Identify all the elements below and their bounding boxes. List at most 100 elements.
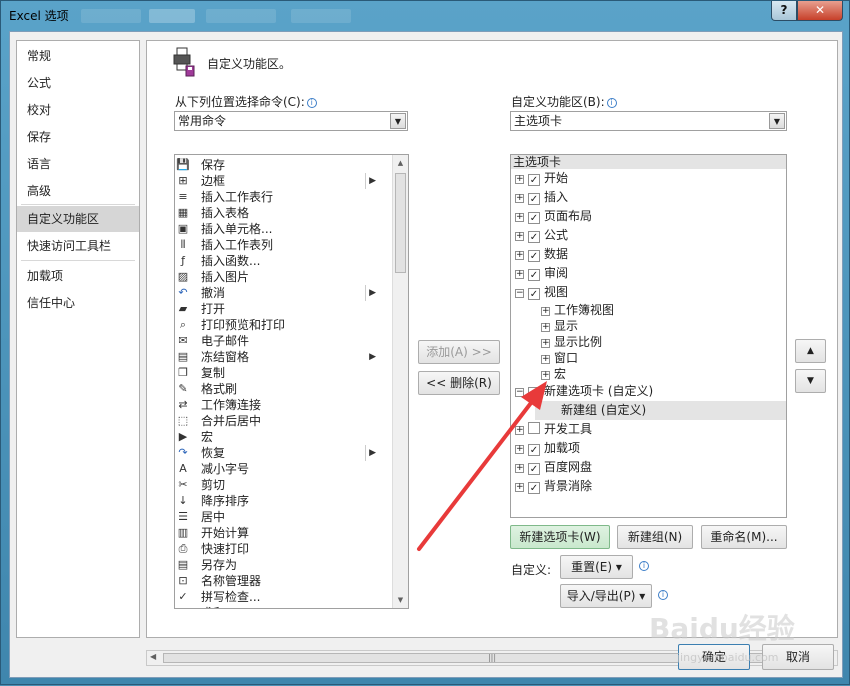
command-item[interactable]: ▶ 宏	[175, 429, 380, 445]
command-item[interactable]: A 减小字号	[175, 461, 380, 477]
remove-button[interactable]: << 删除(R)	[418, 371, 500, 395]
expand-icon[interactable]: +	[541, 371, 550, 380]
import-export-dropdown-button[interactable]: 导入/导出(P) ▾	[560, 584, 652, 608]
ribbon-tree-item[interactable]: − ✓ 视图	[511, 283, 786, 302]
expand-icon[interactable]: +	[515, 213, 524, 222]
ribbon-tree-item[interactable]: − ✓ 新建选项卡 (自定义)	[511, 382, 786, 401]
new-tab-button[interactable]: 新建选项卡(W)	[510, 525, 610, 549]
ribbon-tree-item[interactable]: + 宏	[511, 366, 786, 382]
ribbon-tree-item[interactable]: + ✓ 开始	[511, 169, 786, 188]
nav-item-language[interactable]: 语言	[17, 151, 139, 177]
command-item[interactable]: ✂ 剪切	[175, 477, 380, 493]
tab-checkbox[interactable]: ✓	[528, 231, 540, 243]
rename-button[interactable]: 重命名(M)...	[701, 525, 787, 549]
command-item[interactable]: ☰ 居中	[175, 509, 380, 525]
ribbon-tree-item[interactable]: + 开发工具	[511, 420, 786, 439]
scroll-left-arrow-icon[interactable]: ◀	[150, 652, 156, 661]
expand-icon[interactable]: +	[515, 445, 524, 454]
expand-icon[interactable]: +	[541, 323, 550, 332]
command-item[interactable]: ⬚ 合并后居中	[175, 413, 380, 429]
commands-list[interactable]: 💾 保存 ⊞ 边框 ▶ ≡ 插入工作表行 ▦ 插入表格 ▣ 插入单元格... ⫴ 插入工作表列 ƒ 插入函数…	[174, 154, 409, 609]
scrollbar-thumb[interactable]	[395, 173, 406, 273]
expand-icon[interactable]: +	[515, 270, 524, 279]
customize-ribbon-dropdown[interactable]: 主选项卡 ▼	[510, 111, 787, 131]
move-down-button[interactable]: ▼	[795, 369, 826, 393]
ribbon-tree-item[interactable]: + 显示	[511, 318, 786, 334]
tab-checkbox[interactable]: ✓	[528, 387, 540, 399]
expand-icon[interactable]: +	[541, 339, 550, 348]
nav-item-quick-access-toolbar[interactable]: 快速访问工具栏	[17, 233, 139, 259]
command-item[interactable]: ✓ 拼写检查...	[175, 589, 380, 605]
reset-dropdown-button[interactable]: 重置(E) ▾	[560, 555, 633, 579]
command-item[interactable]: ▰ 打开	[175, 301, 380, 317]
nav-item-formulas[interactable]: 公式	[17, 70, 139, 96]
tab-checkbox[interactable]: ✓	[528, 444, 540, 456]
command-item[interactable]: ⫴ 插入工作表列	[175, 237, 380, 253]
command-item[interactable]: ⊡ 名称管理器	[175, 573, 380, 589]
ribbon-tree-item[interactable]: + ✓ 加载项	[511, 439, 786, 458]
command-item[interactable]: ↶ 撤消 ▶	[175, 285, 380, 301]
ribbon-tree-item[interactable]: + ✓ 数据	[511, 245, 786, 264]
ribbon-tree-item[interactable]: 新建组 (自定义)	[535, 401, 786, 420]
add-button[interactable]: 添加(A) >>	[418, 340, 500, 364]
nav-item-customize-ribbon[interactable]: 自定义功能区	[17, 206, 139, 232]
command-item[interactable]: ⊞ 边框 ▶	[175, 173, 380, 189]
command-item[interactable]: ❐ 复制	[175, 365, 380, 381]
tab-checkbox[interactable]: ✓	[528, 463, 540, 475]
command-item[interactable]: ⌕ 打印预览和打印	[175, 317, 380, 333]
expand-icon[interactable]: +	[515, 464, 524, 473]
ribbon-tree-item[interactable]: + 工作簿视图	[511, 302, 786, 318]
command-item[interactable]: ✉ 电子邮件	[175, 333, 380, 349]
command-item[interactable]: 💾 保存	[175, 157, 380, 173]
move-up-button[interactable]: ▲	[795, 339, 826, 363]
tab-checkbox[interactable]: ✓	[528, 250, 540, 262]
tab-checkbox[interactable]: ✓	[528, 482, 540, 494]
tab-checkbox[interactable]: ✓	[528, 288, 540, 300]
expand-icon[interactable]: +	[515, 251, 524, 260]
expand-icon[interactable]: +	[515, 175, 524, 184]
command-item[interactable]: Σ 求和	[175, 605, 380, 608]
ribbon-tree-item[interactable]: + ✓ 百度网盘	[511, 458, 786, 477]
command-item[interactable]: ✎ 格式刷	[175, 381, 380, 397]
tab-checkbox[interactable]: ✓	[528, 174, 540, 186]
collapse-icon[interactable]: −	[515, 388, 524, 397]
ribbon-tree-item[interactable]: + ✓ 页面布局	[511, 207, 786, 226]
expand-icon[interactable]: +	[515, 232, 524, 241]
command-item[interactable]: ▥ 开始计算	[175, 525, 380, 541]
command-item[interactable]: ▤ 冻结窗格 ▶	[175, 349, 380, 365]
ribbon-tree-item[interactable]: + ✓ 审阅	[511, 264, 786, 283]
nav-item-add-ins[interactable]: 加载项	[17, 263, 139, 289]
nav-item-advanced[interactable]: 高级	[17, 178, 139, 204]
ribbon-tabs-tree[interactable]: 主选项卡 + ✓ 开始 + ✓ 插入 + ✓ 页面布局 + ✓ 公式 + ✓ 数据 + ✓ 审阅 − ✓ 视图 + 工作簿视…	[510, 154, 787, 518]
command-item[interactable]: ⇄ 工作簿连接	[175, 397, 380, 413]
expand-icon[interactable]: +	[541, 307, 550, 316]
scroll-down-arrow-icon[interactable]: ▼	[393, 592, 408, 608]
expand-icon[interactable]: +	[515, 483, 524, 492]
command-item[interactable]: ▣ 插入单元格...	[175, 221, 380, 237]
tab-checkbox[interactable]: ✓	[528, 193, 540, 205]
ribbon-tree-item[interactable]: + 窗口	[511, 350, 786, 366]
expand-icon[interactable]: +	[515, 194, 524, 203]
command-item[interactable]: ▨ 插入图片	[175, 269, 380, 285]
ribbon-tree-item[interactable]: + ✓ 公式	[511, 226, 786, 245]
help-button[interactable]: ?	[771, 1, 797, 21]
command-item[interactable]: ⎙ 快速打印	[175, 541, 380, 557]
close-button[interactable]: ✕	[797, 1, 843, 21]
ribbon-tree-item[interactable]: + ✓ 背景消除	[511, 477, 786, 496]
tab-checkbox[interactable]: ✓	[528, 269, 540, 281]
command-item[interactable]: ▦ 插入表格	[175, 205, 380, 221]
nav-item-general[interactable]: 常规	[17, 43, 139, 69]
choose-commands-dropdown[interactable]: 常用命令 ▼	[174, 111, 408, 131]
dropdown-arrow-icon[interactable]: ▼	[769, 113, 785, 129]
ribbon-tree-item[interactable]: + ✓ 插入	[511, 188, 786, 207]
command-item[interactable]: ↓ 降序排序	[175, 493, 380, 509]
command-item[interactable]: ƒ 插入函数...	[175, 253, 380, 269]
scroll-up-arrow-icon[interactable]: ▲	[393, 155, 408, 171]
tab-checkbox[interactable]: ✓	[528, 212, 540, 224]
commands-list-scrollbar[interactable]: ▲ ▼	[392, 155, 408, 608]
command-item[interactable]: ▤ 另存为	[175, 557, 380, 573]
nav-item-trust-center[interactable]: 信任中心	[17, 290, 139, 316]
new-group-button[interactable]: 新建组(N)	[617, 525, 693, 549]
nav-item-save[interactable]: 保存	[17, 124, 139, 150]
dropdown-arrow-icon[interactable]: ▼	[390, 113, 406, 129]
